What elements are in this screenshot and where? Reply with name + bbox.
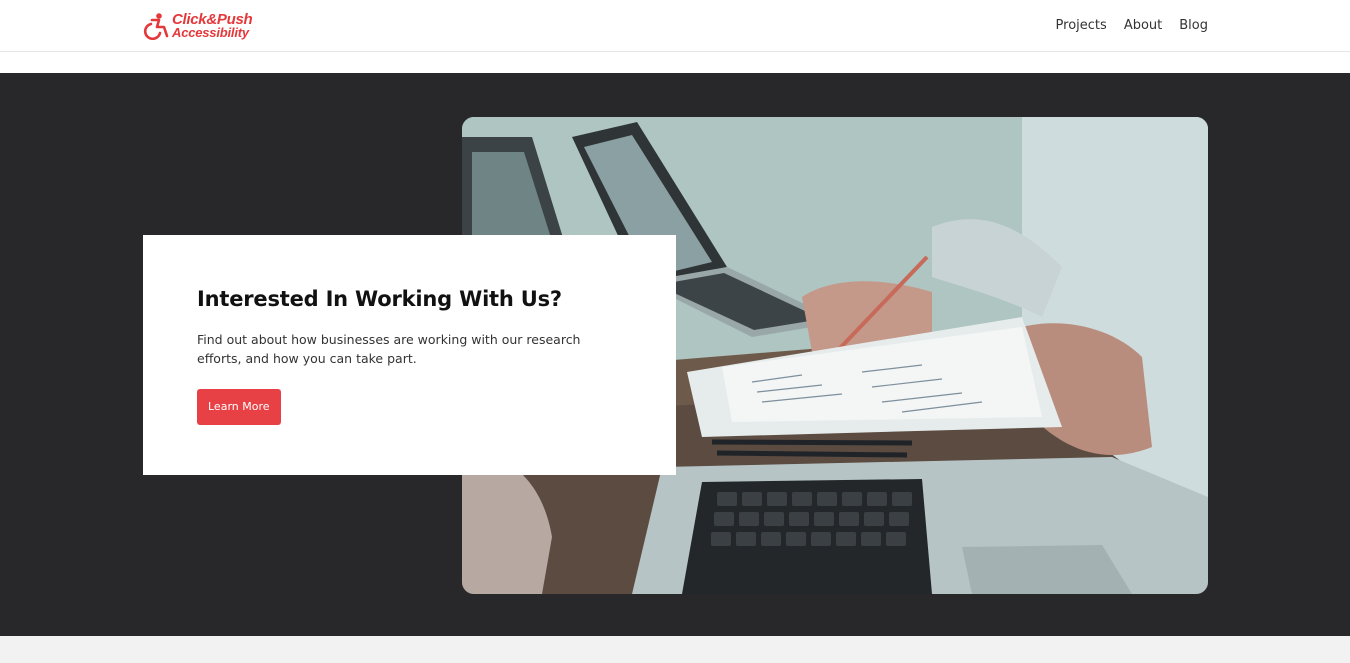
site-header: Click&Push Accessibility Projects About …	[0, 0, 1350, 52]
nav-link-projects[interactable]: Projects	[1056, 18, 1107, 34]
logo-text: Click&Push Accessibility	[172, 12, 253, 40]
cta-description: Find out about how businesses are workin…	[197, 332, 581, 366]
logo-line-2: Accessibility	[172, 25, 249, 40]
hero-section: Interested In Working With Us? Find out …	[0, 73, 1350, 636]
nav-link-about[interactable]: About	[1124, 18, 1162, 34]
site-logo[interactable]: Click&Push Accessibility	[142, 11, 262, 41]
nav-link-blog[interactable]: Blog	[1179, 18, 1208, 34]
learn-more-button[interactable]: Learn More	[197, 389, 281, 425]
main-nav: Projects About Blog	[1056, 18, 1208, 34]
cta-card: Interested In Working With Us? Find out …	[143, 235, 676, 475]
wheelchair-icon	[143, 13, 169, 40]
cta-title: Interested In Working With Us?	[197, 287, 562, 311]
footer-band	[0, 636, 1350, 663]
